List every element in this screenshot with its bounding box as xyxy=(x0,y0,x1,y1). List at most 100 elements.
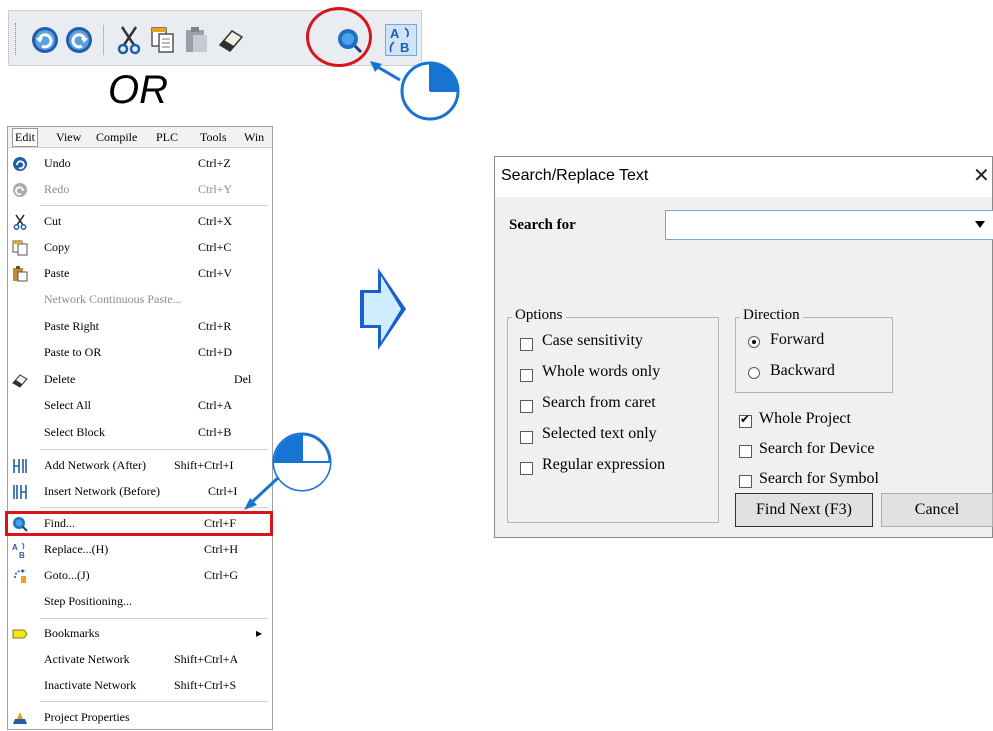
menu-item-delete[interactable]: Delete Del xyxy=(8,367,272,393)
cut-icon[interactable] xyxy=(113,24,145,56)
menu-item-copy[interactable]: Copy Ctrl+C xyxy=(8,235,272,261)
search-for-device-label[interactable]: Search for Device xyxy=(759,440,875,458)
menu-item-redo[interactable]: Redo Ctrl+Y xyxy=(8,177,272,203)
redo-icon xyxy=(13,183,27,197)
delete-icon[interactable] xyxy=(215,24,247,56)
menu-item-goto[interactable]: Goto...(J) Ctrl+G xyxy=(8,563,272,589)
menubar-plc[interactable]: PLC xyxy=(156,130,178,145)
menu-separator xyxy=(40,205,268,206)
menubar-tools[interactable]: Tools xyxy=(200,130,227,145)
menu-item-step-positioning[interactable]: Step Positioning... xyxy=(8,589,272,615)
toolbar-separator xyxy=(103,25,104,55)
selected-text-label[interactable]: Selected text only xyxy=(542,425,657,443)
backward-label[interactable]: Backward xyxy=(770,362,835,380)
right-arrow-icon xyxy=(360,268,406,350)
goto-icon xyxy=(14,569,26,583)
menu-item-replace[interactable]: AB Replace...(H) Ctrl+H xyxy=(8,537,272,563)
menu-item-shortcut: Ctrl+Z xyxy=(198,156,231,170)
menu-item-activate-network[interactable]: Activate Network Shift+Ctrl+A xyxy=(8,647,272,673)
menu-item-label: Inactivate Network xyxy=(44,678,137,692)
search-input[interactable] xyxy=(665,210,993,240)
svg-text:A: A xyxy=(390,26,400,41)
menu-item-project-properties[interactable]: Project Properties xyxy=(8,705,272,731)
regular-expression-checkbox[interactable] xyxy=(520,462,533,475)
search-from-caret-label[interactable]: Search from caret xyxy=(542,394,656,412)
whole-words-checkbox[interactable] xyxy=(520,369,533,382)
whole-words-label[interactable]: Whole words only xyxy=(542,363,660,381)
copy-icon xyxy=(12,240,28,256)
menu-item-label: Cut xyxy=(44,214,62,228)
insert-network-icon xyxy=(13,485,27,499)
whole-project-checkbox[interactable] xyxy=(739,412,752,428)
menu-item-label: Paste to OR xyxy=(44,345,102,359)
menu-item-label: Redo xyxy=(44,182,70,196)
redo-icon[interactable] xyxy=(63,24,95,56)
copy-icon[interactable] xyxy=(147,24,179,56)
menu-item-shortcut: Ctrl+G xyxy=(204,568,239,582)
menu-item-bookmarks[interactable]: Bookmarks ▸ xyxy=(8,621,272,647)
menu-item-label: Step Positioning... xyxy=(44,594,133,608)
menubar-view[interactable]: View xyxy=(56,130,81,145)
menu-item-undo[interactable]: Undo Ctrl+Z xyxy=(8,151,272,177)
cancel-button[interactable]: Cancel xyxy=(881,493,993,527)
regular-expression-label[interactable]: Regular expression xyxy=(542,456,665,474)
menu-item-label: Project Properties xyxy=(44,710,130,724)
menubar-edit[interactable]: Edit xyxy=(12,128,38,147)
step-indicator-toolbar xyxy=(370,61,460,121)
menu-item-shortcut: Ctrl+H xyxy=(204,542,239,556)
search-for-symbol-checkbox[interactable] xyxy=(739,475,752,488)
menu-item-inactivate-network[interactable]: Inactivate Network Shift+Ctrl+S xyxy=(8,673,272,699)
step-indicator-menu xyxy=(244,432,332,510)
menubar-compile[interactable]: Compile xyxy=(96,130,137,145)
replace-icon: AB xyxy=(12,542,25,558)
menu-item-cut[interactable]: Cut Ctrl+X xyxy=(8,209,272,235)
menu-separator xyxy=(40,701,268,702)
find-next-button[interactable]: Find Next (F3) xyxy=(735,493,873,527)
menu-item-paste[interactable]: Paste Ctrl+V xyxy=(8,261,272,287)
direction-group-title: Direction xyxy=(740,307,803,324)
dropdown-arrow-icon[interactable] xyxy=(975,221,985,228)
menu-item-shortcut: Del xyxy=(234,372,252,386)
menu-item-select-all[interactable]: Select All Ctrl+A xyxy=(8,393,272,419)
menu-item-paste-right[interactable]: Paste Right Ctrl+R xyxy=(8,314,272,340)
submenu-arrow-icon: ▸ xyxy=(256,626,263,640)
menu-item-label: Copy xyxy=(44,240,71,254)
direction-group: Direction Forward Backward xyxy=(735,307,893,393)
backward-radio[interactable] xyxy=(748,367,760,379)
search-for-device-checkbox[interactable] xyxy=(739,445,752,458)
menu-item-shortcut: Ctrl+A xyxy=(198,398,233,412)
menu-item-shortcut: Ctrl+C xyxy=(198,240,232,254)
menu-item-shortcut: Ctrl+V xyxy=(198,266,233,280)
menu-item-label: Network Continuous Paste... xyxy=(44,292,182,306)
cut-icon xyxy=(13,214,27,230)
or-label: OR xyxy=(108,68,168,112)
undo-icon[interactable] xyxy=(29,24,61,56)
menu-item-paste-to-or[interactable]: Paste to OR Ctrl+D xyxy=(8,340,272,366)
whole-project-label[interactable]: Whole Project xyxy=(759,410,851,428)
svg-text:A: A xyxy=(12,543,18,552)
case-sensitivity-label[interactable]: Case sensitivity xyxy=(542,332,643,350)
bookmark-icon xyxy=(12,629,28,639)
forward-radio[interactable] xyxy=(748,336,760,348)
close-icon[interactable]: ✕ xyxy=(973,163,990,187)
paste-icon xyxy=(13,266,28,282)
toolbar-grip[interactable] xyxy=(15,23,19,55)
menu-item-network-continuous-paste[interactable]: Network Continuous Paste... xyxy=(8,287,272,313)
menu-item-label: Paste Right xyxy=(44,319,100,333)
paste-icon[interactable] xyxy=(181,24,213,56)
case-sensitivity-checkbox[interactable] xyxy=(520,338,533,351)
menu-item-label: Activate Network xyxy=(44,652,130,666)
undo-icon xyxy=(13,157,27,171)
search-replace-dialog: Search/Replace Text ✕ Search for Options… xyxy=(494,156,993,538)
search-from-caret-checkbox[interactable] xyxy=(520,400,533,413)
menu-separator xyxy=(40,618,268,619)
project-properties-icon xyxy=(13,712,27,724)
menu-item-label: Bookmarks xyxy=(44,626,100,640)
menu-item-shortcut: Shift+Ctrl+A xyxy=(174,652,239,666)
menubar-window[interactable]: Win xyxy=(244,130,264,145)
forward-label[interactable]: Forward xyxy=(770,331,824,349)
menu-item-shortcut: Ctrl+Y xyxy=(198,182,233,196)
menu-item-label: Add Network (After) xyxy=(44,458,146,472)
search-for-symbol-label[interactable]: Search for Symbol xyxy=(759,470,879,488)
selected-text-checkbox[interactable] xyxy=(520,431,533,444)
